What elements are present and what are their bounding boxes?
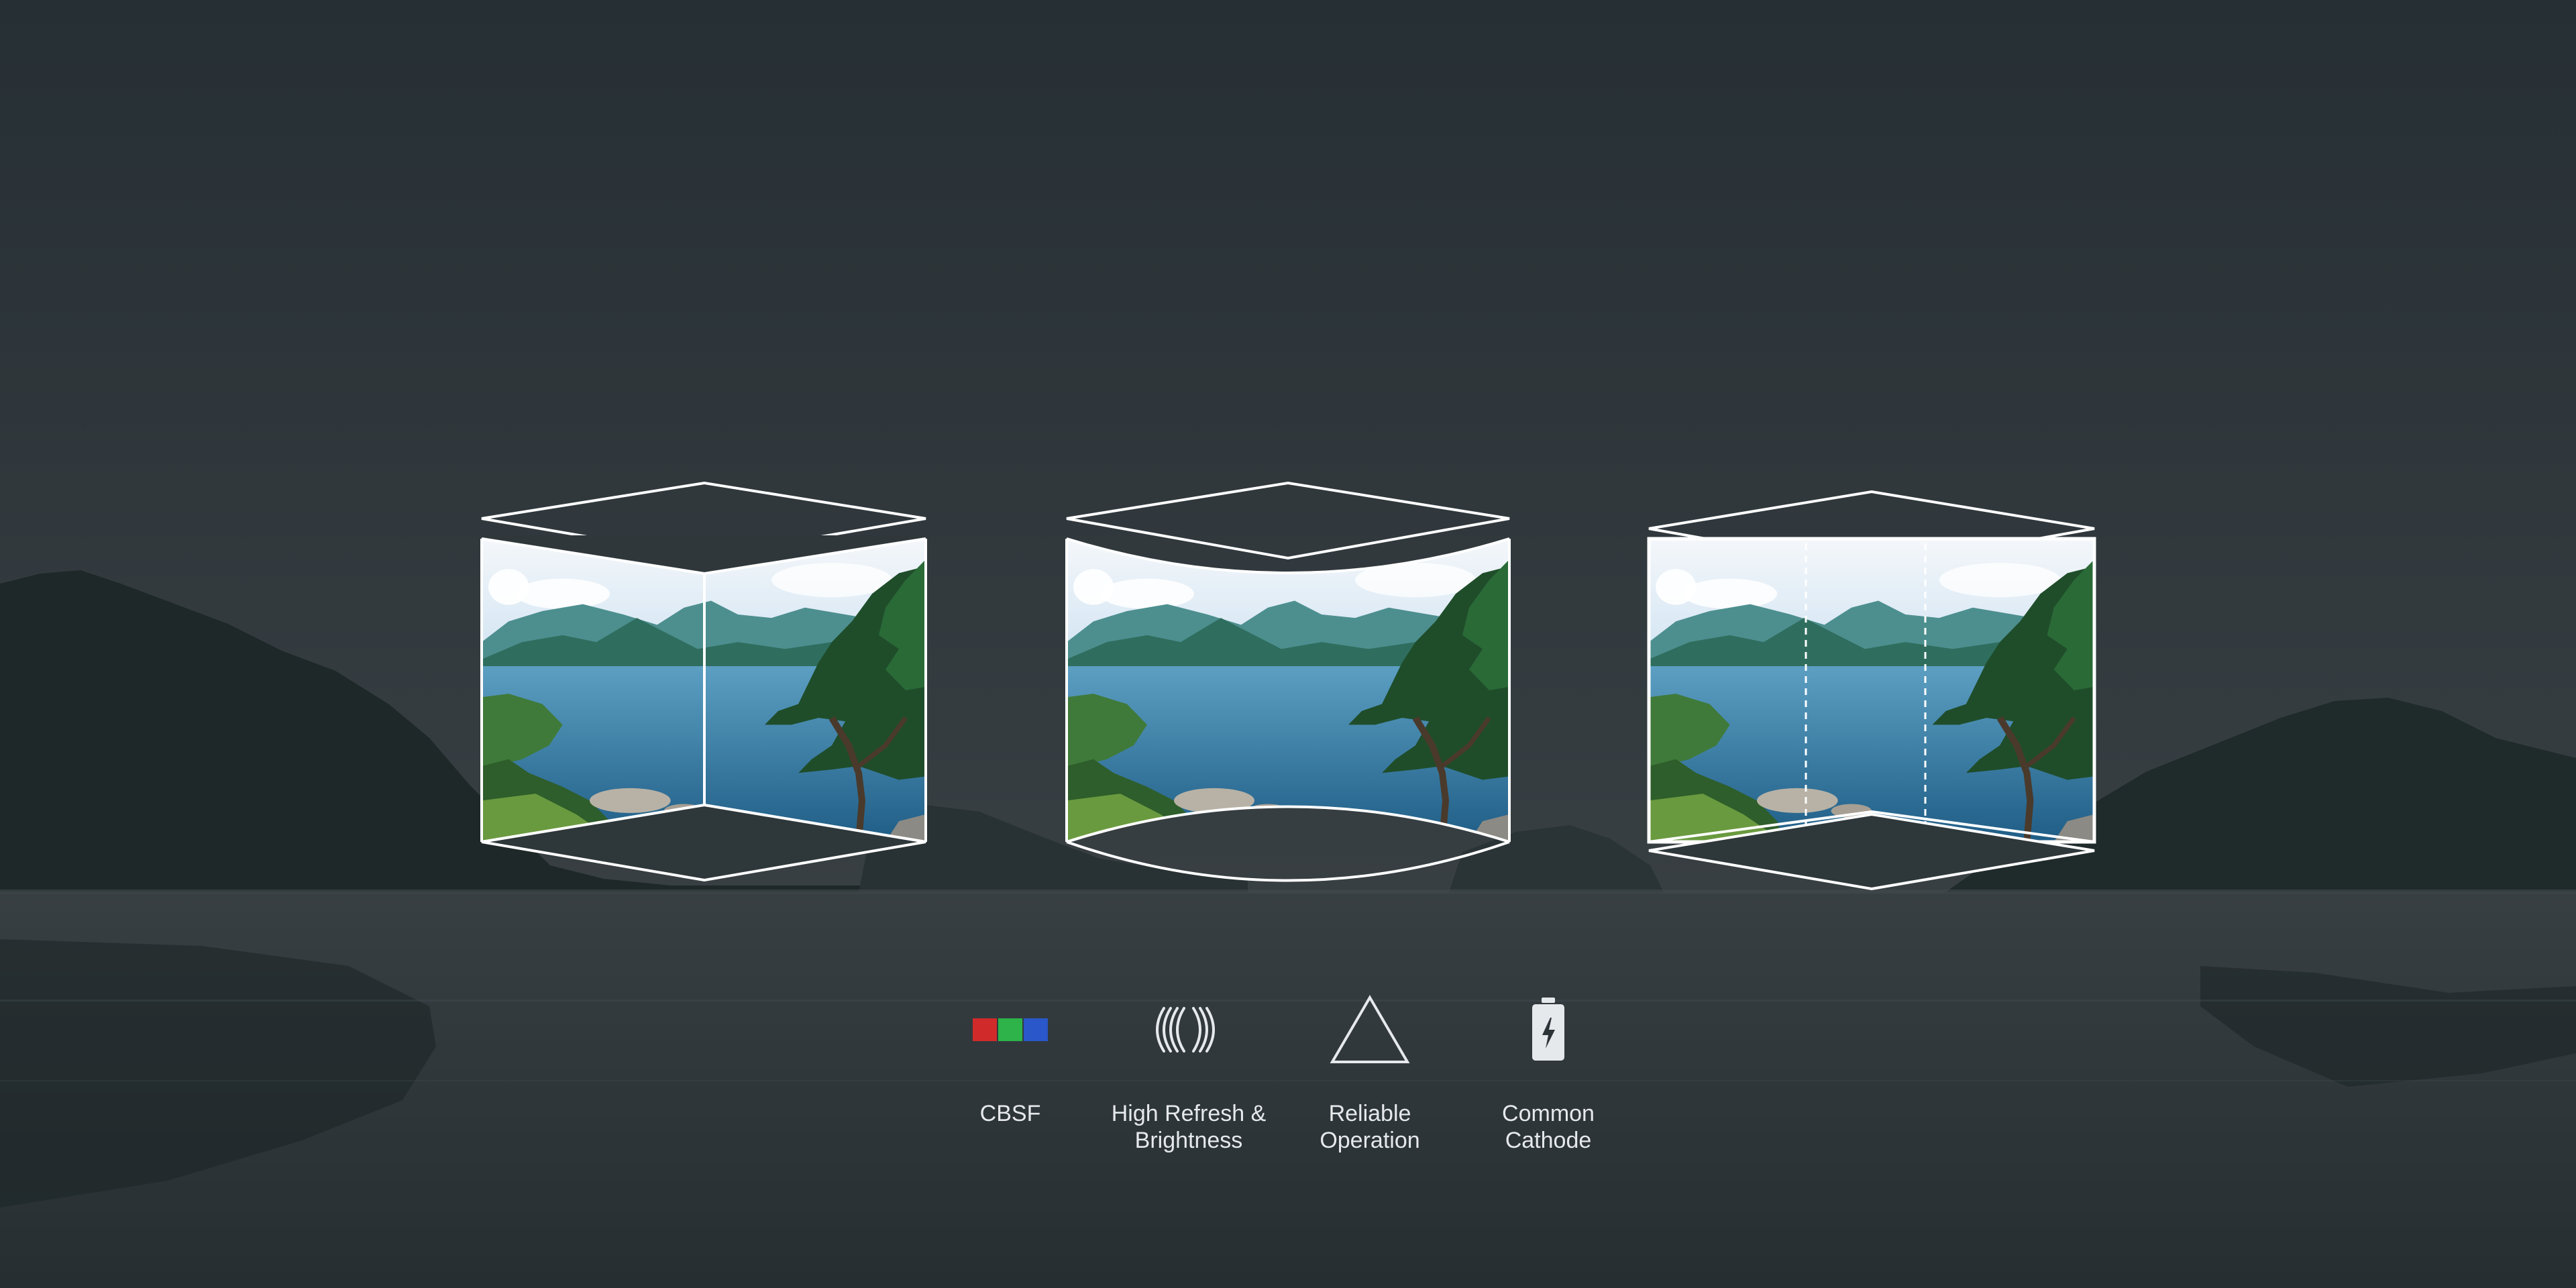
feature-high-refresh: High Refresh & Brightness (1088, 993, 1289, 1154)
feature-label-reliable: Reliable Operation (1320, 1101, 1420, 1153)
refresh-waves-icon (1088, 993, 1289, 1067)
showcase-stage: CBSF High Refresh & Brightness Reliable … (0, 0, 2576, 1288)
rgb-subpixel-icon (910, 993, 1111, 1067)
feature-label-cbsf: CBSF (979, 1101, 1041, 1126)
battery-bolt-icon (1448, 993, 1649, 1067)
split-flat-display (1647, 490, 2096, 891)
feature-cbsf: CBSF (910, 993, 1111, 1127)
feature-label-refresh: High Refresh & Brightness (1111, 1101, 1267, 1153)
angled-cube-display (480, 481, 927, 882)
triangle-icon (1269, 993, 1470, 1067)
feature-reliable-operation: Reliable Operation (1269, 993, 1470, 1154)
feature-label-cathode: Common Cathode (1502, 1101, 1595, 1153)
feature-common-cathode: Common Cathode (1448, 993, 1649, 1154)
